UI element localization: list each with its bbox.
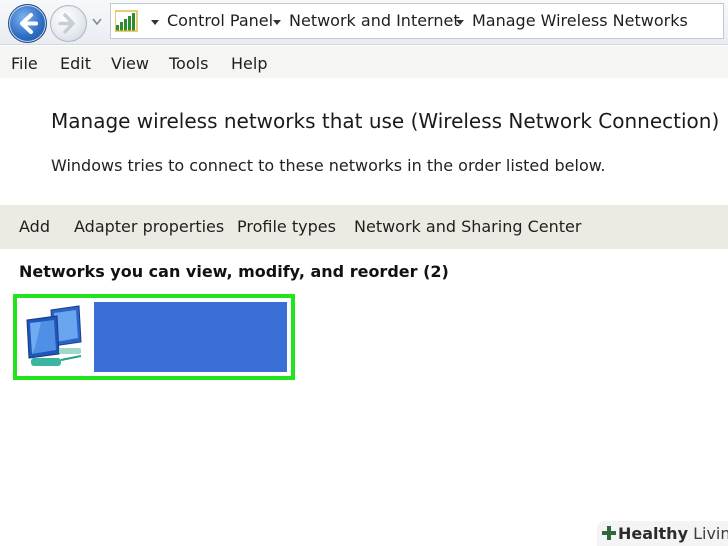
menu-edit[interactable]: Edit	[60, 54, 91, 73]
menu-bar: File Edit View Tools Help	[0, 46, 728, 78]
forward-button[interactable]	[50, 5, 87, 42]
address-field[interactable]: Control Panel Network and Internet Manag…	[110, 3, 724, 39]
breadcrumb-chevron-icon[interactable]	[151, 20, 159, 25]
plus-logo-icon	[602, 526, 616, 540]
watermark-text: Healthy Living	[618, 524, 728, 543]
profile-types-button[interactable]: Profile types	[237, 217, 336, 236]
network-name-selection[interactable]	[94, 302, 287, 372]
network-list-item[interactable]	[13, 294, 295, 380]
breadcrumb-chevron-icon[interactable]	[273, 20, 281, 25]
page-subtitle: Windows tries to connect to these networ…	[51, 156, 606, 175]
back-button[interactable]	[8, 4, 47, 43]
breadcrumb-control-panel[interactable]: Control Panel	[167, 11, 273, 30]
network-computers-icon	[21, 302, 94, 372]
watermark-brand-bold: Healthy	[618, 524, 688, 543]
forward-arrow-icon	[58, 13, 75, 34]
recent-pages-dropdown-icon[interactable]	[91, 15, 103, 27]
networks-section-label: Networks you can view, modify, and reord…	[19, 262, 449, 281]
page-title: Manage wireless networks that use (Wirel…	[51, 109, 720, 133]
command-bar: Add Adapter properties Profile types Net…	[0, 205, 728, 249]
page-header: Manage wireless networks that use (Wirel…	[0, 78, 728, 205]
menu-file[interactable]: File	[11, 54, 38, 73]
watermark: Healthy Living	[597, 521, 728, 546]
menu-help[interactable]: Help	[231, 54, 267, 73]
menu-view[interactable]: View	[111, 54, 149, 73]
back-arrow-icon	[20, 13, 38, 34]
breadcrumb-network-and-internet[interactable]: Network and Internet	[289, 11, 460, 30]
network-and-sharing-center-button[interactable]: Network and Sharing Center	[354, 217, 581, 236]
breadcrumb-chevron-icon[interactable]	[456, 20, 464, 25]
address-bar: Control Panel Network and Internet Manag…	[0, 0, 728, 45]
adapter-properties-button[interactable]: Adapter properties	[74, 217, 224, 236]
watermark-brand-rest: Living	[693, 524, 728, 543]
signal-bars-icon	[115, 10, 138, 32]
menu-tools[interactable]: Tools	[169, 54, 208, 73]
breadcrumb-manage-wireless-networks[interactable]: Manage Wireless Networks	[472, 11, 688, 30]
add-button[interactable]: Add	[19, 217, 50, 236]
